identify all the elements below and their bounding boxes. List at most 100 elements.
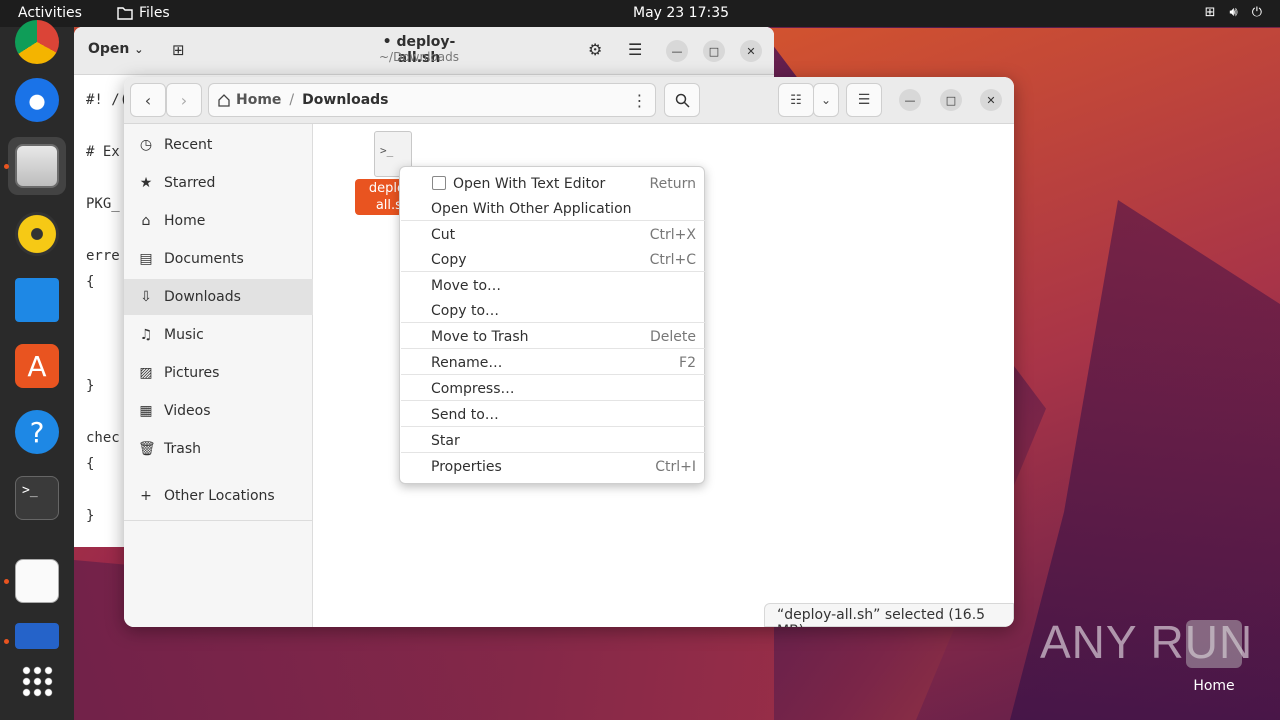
terminal-launcher[interactable]: >_ (8, 469, 66, 527)
menu-item-copy[interactable]: Copy Ctrl+C (400, 247, 704, 272)
path-menu-button[interactable]: ⋮ (624, 83, 656, 117)
menu-item-label: Rename… (431, 354, 503, 371)
close-button[interactable]: ✕ (980, 89, 1002, 111)
close-icon: ✕ (746, 44, 756, 58)
chrome-launcher[interactable] (8, 13, 66, 71)
editor-header: Open ⌄ ⊞ • deploy-all.sh ~/Downloads ⚙ ☰… (74, 27, 774, 75)
app-menu[interactable]: Files (117, 5, 170, 21)
minimize-button[interactable]: — (666, 40, 688, 62)
menu-item-label: Move to… (431, 277, 502, 294)
writer-launcher[interactable] (8, 271, 66, 329)
files-launcher[interactable] (8, 137, 66, 195)
menu-item-send-to[interactable]: Send to… (400, 402, 704, 427)
sidebar-item-downloads[interactable]: ⇩ Downloads (124, 279, 313, 315)
script-icon (15, 623, 59, 649)
sidebar: ◷ Recent ★ Starred ⌂ Home ▤ Documents ⇩ Downloads… (124, 124, 313, 627)
gear-icon[interactable]: ⚙ (588, 40, 602, 59)
code-line: PKG_ (86, 196, 120, 212)
top-bar: Activities Files May 23 17:35 ⊞ 🔊︎ ⏻ (0, 0, 1280, 27)
home-desktop-label[interactable]: Home (1186, 678, 1242, 694)
clock[interactable]: May 23 17:35 (633, 5, 729, 21)
sidebar-item-label: Starred (164, 175, 216, 191)
thunderbird-launcher[interactable] (8, 71, 66, 129)
menu-item-accelerator: Ctrl+X (649, 226, 696, 243)
maximize-icon: □ (945, 93, 957, 107)
system-tray[interactable]: ⊞ 🔊︎ ⏻ (1205, 5, 1262, 20)
breadcrumb-home[interactable]: Home (209, 92, 289, 108)
close-button[interactable]: ✕ (740, 40, 762, 62)
network-icon: ⊞ (1204, 5, 1216, 20)
sidebar-item-music[interactable]: ♫ Music (124, 317, 313, 353)
code-line: erre (86, 248, 120, 264)
code-line: { (86, 274, 95, 290)
document-icon: ▤ (139, 251, 153, 267)
menu-item-label: Compress… (431, 380, 515, 397)
running-indicator (4, 164, 9, 169)
menu-item-copy-to[interactable]: Copy to… (400, 298, 704, 323)
sidebar-item-recent[interactable]: ◷ Recent (124, 127, 313, 163)
chevron-left-icon: ‹ (144, 90, 152, 110)
maximize-button[interactable]: □ (940, 89, 962, 111)
software-launcher[interactable]: A (8, 337, 66, 395)
code-area[interactable]: #! /(# ExPKG_erre{}chec{}checlc=0whil (86, 87, 128, 547)
home-folder-icon[interactable] (1186, 620, 1242, 668)
menu-item-open-with-text-editor[interactable]: Open With Text Editor Return (400, 171, 704, 196)
menu-item-star[interactable]: Star (400, 428, 704, 453)
sidebar-separator (124, 520, 313, 521)
minimize-button[interactable]: — (899, 89, 921, 111)
status-bar: “deploy-all.sh” selected (16.5 MB) (764, 603, 1014, 627)
rhythmbox-launcher[interactable] (8, 205, 66, 263)
text-editor-launcher[interactable] (8, 552, 66, 610)
menu-item-cut[interactable]: Cut Ctrl+X (400, 222, 704, 247)
menu-item-properties[interactable]: Properties Ctrl+I (400, 454, 704, 479)
picture-icon: ▨ (139, 365, 153, 381)
menu-item-move-to[interactable]: Move to… (400, 273, 704, 298)
close-icon: ✕ (986, 93, 996, 107)
search-button[interactable] (664, 83, 700, 117)
view-list-button[interactable]: ☷ (778, 83, 814, 117)
sidebar-item-starred[interactable]: ★ Starred (124, 165, 313, 201)
maximize-icon: □ (708, 44, 720, 58)
breadcrumb-current[interactable]: Downloads (294, 92, 396, 108)
path-bar: Home / Downloads (208, 83, 654, 117)
sidebar-item-pictures[interactable]: ▨ Pictures (124, 355, 313, 391)
volume-icon: 🔊︎ (1229, 5, 1238, 20)
sidebar-item-documents[interactable]: ▤ Documents (124, 241, 313, 277)
app-grid-button[interactable] (8, 652, 66, 710)
open-button[interactable]: Open ⌄ (88, 41, 143, 57)
maximize-button[interactable]: □ (703, 40, 725, 62)
view-options-button[interactable]: ⌄ (813, 83, 839, 117)
menu-item-move-to-trash[interactable]: Move to Trash Delete (400, 324, 704, 349)
menu-item-label: Open With Other Application (431, 200, 632, 217)
menu-item-open-with-other-application[interactable]: Open With Other Application (400, 196, 704, 221)
chevron-right-icon: › (180, 90, 188, 110)
open-label: Open (88, 41, 130, 57)
menu-item-rename[interactable]: Rename… F2 (400, 350, 704, 375)
forward-button[interactable]: › (166, 83, 202, 117)
help-launcher[interactable]: ? (8, 403, 66, 461)
code-line: # Ex (86, 144, 120, 160)
sidebar-item-trash[interactable]: 🗑︎ Trash (124, 431, 313, 467)
text-editor-icon (432, 176, 446, 190)
sidebar-item-videos[interactable]: ▦ Videos (124, 393, 313, 429)
new-tab-icon[interactable]: ⊞ (172, 41, 185, 59)
thunderbird-icon (15, 78, 59, 122)
main-menu-button[interactable]: ☰ (846, 83, 882, 117)
menu-icon[interactable]: ☰ (628, 40, 642, 59)
text-editor-icon (15, 559, 59, 603)
running-indicator (4, 579, 9, 584)
sidebar-item-other-locations[interactable]: + Other Locations (124, 478, 313, 514)
home-icon (218, 94, 230, 107)
file-icon-glyph: >_ (380, 144, 394, 157)
menu-item-compress[interactable]: Compress… (400, 376, 704, 401)
clock-icon: ◷ (139, 137, 153, 153)
sidebar-item-label: Other Locations (164, 488, 275, 504)
power-icon: ⏻ (1251, 5, 1262, 20)
back-button[interactable]: ‹ (130, 83, 166, 117)
sidebar-item-home[interactable]: ⌂ Home (124, 203, 313, 239)
kebab-icon: ⋮ (631, 90, 648, 110)
sidebar-item-label: Pictures (164, 365, 220, 381)
